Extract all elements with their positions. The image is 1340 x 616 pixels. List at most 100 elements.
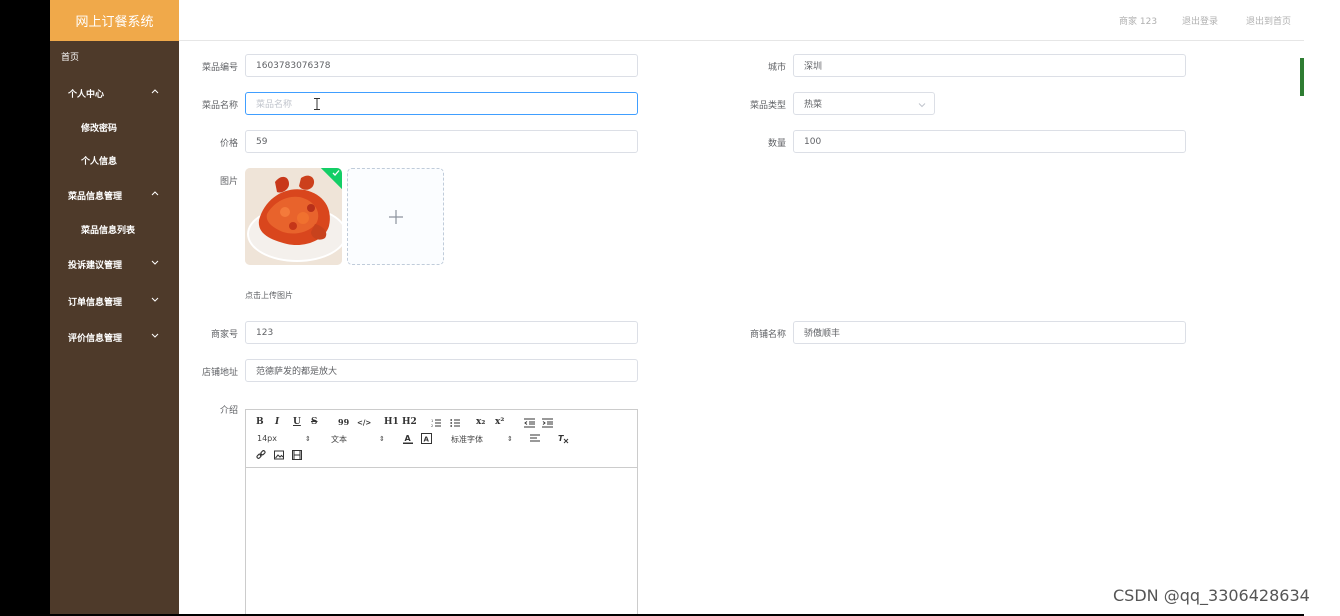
sidebar-item-label: 投诉建议管理	[68, 260, 123, 271]
current-user: 商家 123	[1119, 17, 1158, 27]
underline-button[interactable]: U	[293, 417, 301, 427]
city-field[interactable]: 深圳	[793, 54, 1186, 77]
chevron-down-icon	[151, 260, 159, 265]
heading2-button[interactable]: H2	[402, 417, 417, 427]
city-value: 深圳	[804, 62, 823, 72]
block-type-select[interactable]: 文本 ⇕	[331, 434, 387, 445]
price-label: 价格	[219, 139, 238, 149]
shop-address-value: 范德萨发的都是放大	[256, 367, 338, 377]
exit-home-link[interactable]: 退出到首页	[1246, 14, 1291, 27]
bold-button[interactable]: B	[256, 417, 264, 427]
dish-name-field[interactable]: 菜品名称	[245, 92, 638, 115]
code-button[interactable]: </>	[357, 418, 371, 427]
sidebar-item-label: 个人信息	[81, 156, 118, 167]
sidebar-item-dish-management[interactable]: 菜品信息管理	[50, 180, 179, 210]
right-panel-edge	[1300, 0, 1340, 616]
font-size-select[interactable]: 14px ⇕	[257, 434, 313, 443]
indent-icon[interactable]	[542, 418, 553, 428]
italic-button[interactable]: I	[275, 417, 279, 427]
intro-label: 介绍	[219, 406, 238, 416]
logout-link[interactable]: 退出登录	[1182, 14, 1218, 27]
block-type-value: 文本	[331, 435, 347, 444]
dish-code-value: 1603783076378	[256, 60, 331, 71]
sidebar-item-complaints[interactable]: 投诉建议管理	[50, 249, 179, 279]
merchant-no-field[interactable]: 123	[245, 321, 638, 344]
font-family-select[interactable]: 标准字体 ⇕	[451, 434, 515, 445]
quantity-value: 100	[804, 136, 822, 147]
dish-name-label: 菜品名称	[201, 101, 238, 111]
sidebar-item-label: 首页	[61, 52, 80, 63]
clear-format-icon[interactable]: T	[558, 433, 569, 444]
city-label: 城市	[767, 63, 786, 73]
sidebar-item-label: 修改密码	[81, 123, 118, 134]
upload-tip: 点击上传图片	[245, 291, 293, 300]
quantity-label: 数量	[767, 139, 786, 149]
sidebar-item-label: 菜品信息列表	[81, 225, 136, 236]
chevron-down-icon	[151, 333, 159, 338]
bullet-list-icon[interactable]	[450, 418, 460, 428]
dish-code-label: 菜品编号	[201, 63, 238, 73]
subscript-button[interactable]: x₂	[476, 417, 485, 427]
sidebar: 首页 个人中心 修改密码 个人信息 菜品信息管理 菜品信息列表 投诉建议管理 订…	[50, 41, 179, 614]
chevron-up-icon	[151, 191, 159, 196]
chevron-down-icon	[918, 103, 926, 108]
sidebar-item-orders[interactable]: 订单信息管理	[50, 286, 179, 316]
dish-image-thumbnail[interactable]	[245, 168, 342, 265]
ordered-list-icon[interactable]: 12	[431, 418, 441, 428]
app-logo: 网上订餐系统	[50, 0, 179, 41]
sidebar-item-home[interactable]: 首页	[50, 41, 179, 71]
app-window: 网上订餐系统 首页 个人中心 修改密码 个人信息 菜品信息管理 菜品信息列表 投…	[50, 0, 1304, 614]
outdent-icon[interactable]	[524, 418, 535, 428]
dish-code-field[interactable]: 1603783076378	[245, 54, 638, 77]
image-label: 图片	[219, 177, 238, 187]
svg-text:A: A	[424, 436, 430, 444]
select-arrows-icon: ⇕	[305, 435, 311, 443]
sidebar-item-label: 评价信息管理	[68, 333, 123, 344]
font-size-value: 14px	[257, 434, 277, 443]
dish-name-placeholder: 菜品名称	[256, 100, 293, 110]
shop-name-label: 商铺名称	[749, 330, 786, 340]
heading1-button[interactable]: H1	[384, 417, 399, 427]
green-marker	[1300, 58, 1304, 96]
sidebar-item-personal-center[interactable]: 个人中心	[50, 78, 179, 108]
sidebar-item-personal-info[interactable]: 个人信息	[50, 145, 179, 175]
svg-text:1: 1	[431, 419, 433, 423]
shop-address-label: 店铺地址	[201, 368, 238, 378]
sidebar-item-dish-list[interactable]: 菜品信息列表	[50, 214, 179, 244]
blockquote-button[interactable]: 99	[338, 417, 349, 427]
chevron-up-icon	[151, 89, 159, 94]
svg-text:T: T	[558, 434, 564, 443]
sidebar-item-change-password[interactable]: 修改密码	[50, 112, 179, 142]
sidebar-item-reviews[interactable]: 评价信息管理	[50, 322, 179, 352]
intro-rich-editor[interactable]: B I U S 99 </> H1 H2 12 x₂ x² 14px ⇕ 文本 …	[245, 409, 638, 614]
quantity-field[interactable]: 100	[793, 130, 1186, 153]
font-family-value: 标准字体	[451, 435, 483, 444]
shop-name-field[interactable]: 骄傲顺丰	[793, 321, 1186, 344]
align-icon[interactable]	[530, 434, 540, 444]
editor-content-area[interactable]	[246, 468, 637, 614]
video-icon[interactable]	[292, 450, 302, 460]
shop-address-field[interactable]: 范德萨发的都是放大	[245, 359, 638, 382]
merchant-no-value: 123	[256, 327, 274, 338]
text-cursor-icon	[314, 98, 320, 110]
price-field[interactable]: 59	[245, 130, 638, 153]
image-upload-button[interactable]	[347, 168, 444, 265]
superscript-button[interactable]: x²	[495, 417, 504, 427]
top-bar: 商家 123 退出登录 退出到首页	[179, 0, 1304, 41]
font-color-icon[interactable]: A	[403, 433, 413, 444]
dish-type-select[interactable]: 热菜	[793, 92, 935, 115]
dish-type-label: 菜品类型	[749, 101, 786, 111]
dish-type-value: 热菜	[804, 100, 823, 110]
svg-text:A: A	[405, 434, 412, 443]
price-value: 59	[256, 136, 268, 147]
select-arrows-icon: ⇕	[507, 435, 513, 443]
dish-photo	[245, 168, 342, 265]
check-icon	[332, 170, 340, 176]
strike-button[interactable]: S	[311, 417, 318, 427]
watermark: CSDN @qq_3306428634	[1113, 586, 1310, 605]
link-icon[interactable]	[256, 450, 266, 460]
shop-name-value: 骄傲顺丰	[804, 329, 841, 339]
image-icon[interactable]	[274, 450, 284, 460]
chevron-down-icon	[151, 297, 159, 302]
background-color-icon[interactable]: A	[421, 433, 432, 444]
